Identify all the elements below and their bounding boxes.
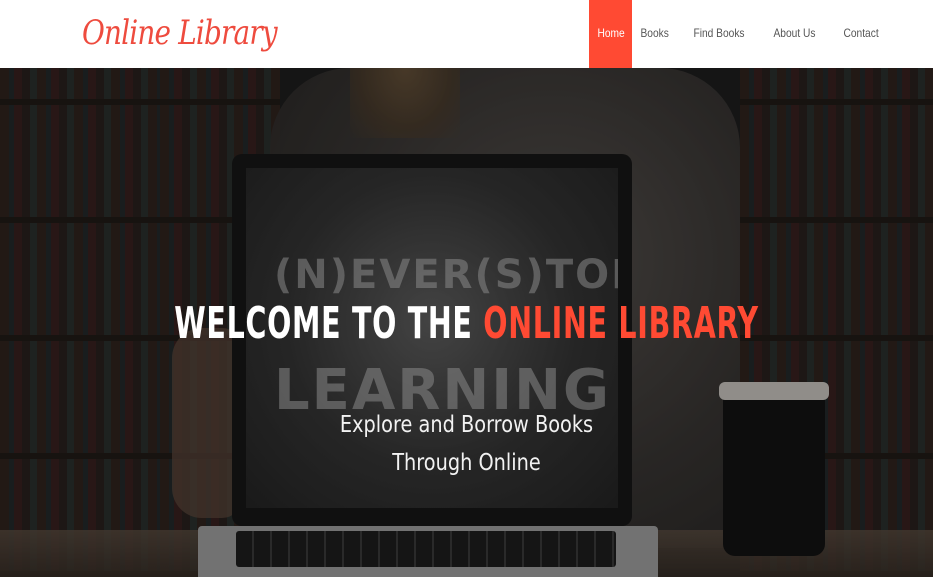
nav-item-home[interactable]: Home: [589, 0, 632, 68]
hero-subtitle: Explore and Borrow Books Through Online: [75, 406, 859, 482]
nav-item-books[interactable]: Books: [632, 0, 685, 68]
nav-item-find-books[interactable]: Find Books: [685, 0, 765, 68]
nav-link-find-books[interactable]: Find Books: [685, 0, 753, 68]
nav-item-contact[interactable]: Contact: [835, 0, 896, 68]
navbar: Online Library Home Books Find Books Abo…: [0, 0, 933, 68]
hero-subtitle-line2: Through Online: [392, 450, 541, 476]
nav-link-contact[interactable]: Contact: [835, 0, 887, 68]
nav-link-about-us[interactable]: About Us: [765, 0, 824, 68]
hero-banner: (N)EVER(S)TOP LEARNING WELCOME TO THE ON…: [0, 68, 933, 577]
nav-link-books[interactable]: Books: [632, 0, 677, 68]
hero-title-prefix: WELCOME TO THE: [174, 298, 473, 349]
hero-title: WELCOME TO THE ONLINE LIBRARY: [131, 298, 803, 349]
nav-menu: Home Books Find Books About Us Contact: [589, 0, 896, 68]
nav-link-home[interactable]: Home: [589, 0, 626, 68]
nav-item-about-us[interactable]: About Us: [765, 0, 834, 68]
hero-title-highlight: ONLINE LIBRARY: [483, 298, 759, 349]
brand-logo[interactable]: Online Library: [82, 8, 278, 58]
hero-subtitle-line1: Explore and Borrow Books: [339, 412, 594, 438]
